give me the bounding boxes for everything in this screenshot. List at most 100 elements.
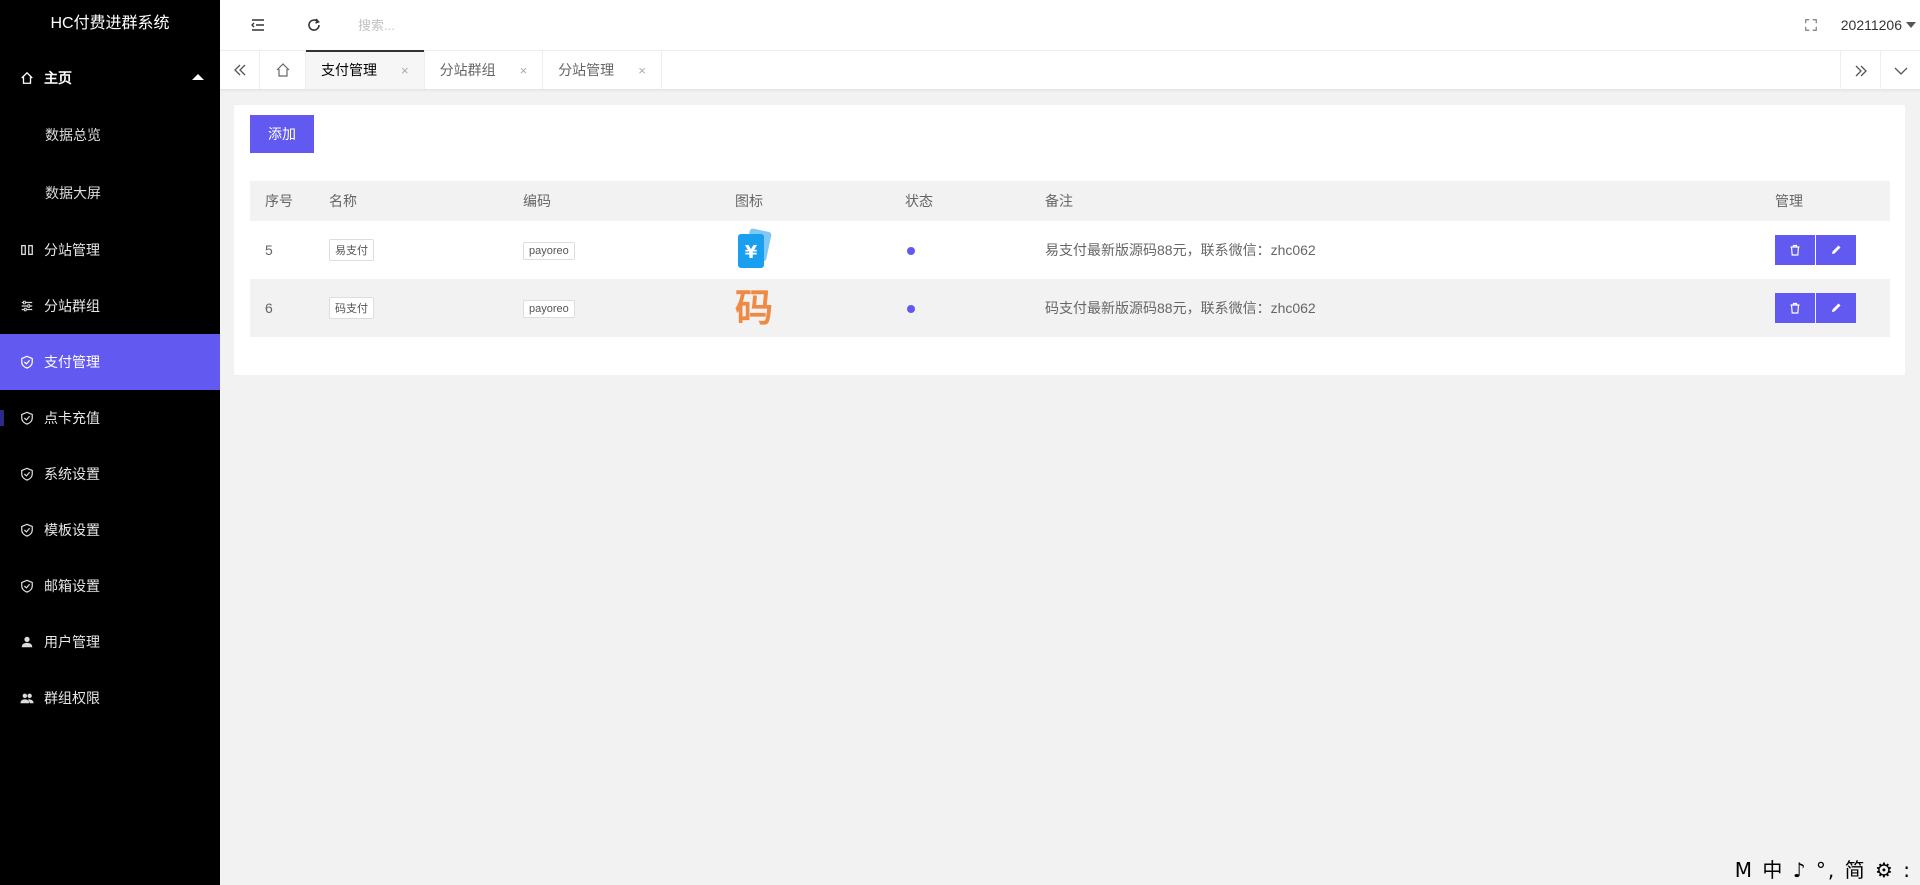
sidebar-item-mail-settings[interactable]: 邮箱设置 [0, 558, 220, 614]
name-tag: 码支付 [329, 297, 374, 319]
column-header-note: 备注 [1030, 181, 1760, 221]
close-icon[interactable]: × [520, 63, 528, 78]
column-header-icon: 图标 [720, 181, 890, 221]
add-button[interactable]: 添加 [250, 115, 314, 153]
tab-payment[interactable]: 支付管理 × [306, 50, 425, 89]
app-title: HC付费进群系统 [50, 15, 170, 32]
hover-marker [0, 410, 4, 426]
column-header-id: 序号 [250, 181, 314, 221]
fullscreen-button[interactable] [1787, 0, 1835, 50]
user-icon [20, 635, 34, 649]
caret-down-icon [1906, 22, 1916, 28]
sidebar-item-label: 用户管理 [44, 634, 100, 650]
sidebar-item-card-recharge[interactable]: 点卡充值 [0, 390, 220, 446]
pencil-icon [1832, 245, 1841, 254]
menu-fold-icon [251, 19, 264, 31]
tabs-menu-button[interactable] [1880, 51, 1920, 90]
tab-label: 分站管理 [558, 62, 615, 78]
column-header-status: 状态 [890, 181, 1030, 221]
home-icon [20, 71, 34, 85]
chevron-down-icon [1894, 67, 1907, 75]
sidebar-item-label: 点卡充值 [44, 410, 100, 426]
column-header-name: 名称 [314, 181, 508, 221]
tab-label: 支付管理 [321, 62, 377, 78]
tab-home[interactable] [260, 51, 306, 89]
tab-label: 分站群组 [439, 62, 496, 78]
shield-check-icon [20, 579, 34, 593]
sidebar-item-group-permissions[interactable]: 群组权限 [0, 670, 220, 726]
cell-note: 易支付最新版源码88元，联系微信：zhc062 [1045, 242, 1316, 258]
menu-toggle-button[interactable] [230, 0, 286, 50]
sidebar-subitem-bigscreen[interactable]: 数据大屏 [0, 164, 220, 222]
name-tag: 易支付 [329, 239, 374, 261]
caret-up-icon [192, 74, 204, 80]
edit-button[interactable] [1816, 293, 1856, 323]
sidebar-item-label: 主页 [44, 70, 72, 86]
svg-text:¥: ¥ [745, 242, 758, 263]
sidebar-item-label: 支付管理 [44, 354, 100, 370]
shield-check-icon [20, 355, 34, 369]
refresh-icon [308, 18, 320, 31]
tabs-scroll-right-button[interactable] [1840, 51, 1880, 90]
code-tag: payoreo [523, 299, 575, 318]
tabs-bar: 支付管理 × 分站群组 × 分站管理 × [220, 50, 1920, 90]
sidebar-item-label: 群组权限 [44, 690, 100, 706]
code-tag: payoreo [523, 241, 575, 260]
fullscreen-icon [1804, 19, 1817, 31]
sidebar-item-substation[interactable]: 分站管理 [0, 222, 220, 278]
edit-button[interactable] [1816, 235, 1856, 265]
content-card: 添加 序号 名称 编码 图标 状态 备注 管理 5 易支付 payoreo ¥ … [234, 105, 1905, 375]
sidebar-item-payment[interactable]: 支付管理 [0, 334, 220, 390]
sidebar-item-label: 系统设置 [44, 466, 100, 482]
columns-icon [20, 243, 34, 257]
shield-check-icon [20, 467, 34, 481]
tabs-scroll-left-button[interactable] [220, 51, 260, 89]
sidebar: HC付费进群系统 主页 数据总览 数据大屏 分站管理 分站群组 支付管理 点卡充… [0, 0, 220, 885]
status-dot [907, 305, 915, 313]
cell-id: 5 [265, 242, 273, 258]
sidebar-item-label: 分站管理 [44, 242, 100, 258]
double-chevron-right-icon [1855, 65, 1867, 76]
cell-note: 码支付最新版源码88元，联系微信：zhc062 [1030, 279, 1760, 337]
table-row: 6 码支付 payoreo 码 码支付最新版源码88元，联系微信：zhc062 [250, 279, 1890, 337]
yi-pay-icon: ¥ [738, 228, 772, 268]
table-row: 5 易支付 payoreo ¥ 易支付最新版源码88元，联系微信：zhc062 [250, 221, 1890, 279]
cell-id: 6 [250, 279, 314, 337]
delete-button[interactable] [1775, 235, 1815, 265]
sidebar-item-label: 邮箱设置 [44, 578, 100, 594]
username: 20211206 [1840, 17, 1902, 33]
users-icon [20, 691, 34, 705]
table-header-row: 序号 名称 编码 图标 状态 备注 管理 [250, 181, 1890, 221]
sliders-icon [20, 299, 34, 313]
top-header: 20211206 [220, 0, 1920, 50]
close-icon[interactable]: × [638, 63, 646, 78]
double-chevron-left-icon [233, 64, 245, 76]
sidebar-item-system-settings[interactable]: 系统设置 [0, 446, 220, 502]
column-header-manage: 管理 [1760, 181, 1890, 221]
shield-check-icon [20, 523, 34, 537]
sidebar-item-home[interactable]: 主页 [0, 50, 220, 106]
sidebar-item-label: 分站群组 [44, 298, 100, 314]
trash-icon [1790, 244, 1800, 256]
refresh-button[interactable] [286, 0, 342, 50]
sidebar-item-label: 模板设置 [44, 522, 100, 538]
ma-pay-icon: 码 [735, 285, 774, 330]
pencil-icon [1832, 303, 1841, 312]
user-menu[interactable]: 20211206 [1841, 17, 1920, 33]
shield-check-icon [20, 411, 34, 425]
tab-substation-groups[interactable]: 分站群组 × [425, 51, 544, 89]
sidebar-subitem-overview[interactable]: 数据总览 [0, 106, 220, 164]
tab-substation[interactable]: 分站管理 × [543, 51, 662, 89]
search-input[interactable] [358, 17, 558, 33]
sidebar-item-substation-groups[interactable]: 分站群组 [0, 278, 220, 334]
column-header-code: 编码 [508, 181, 720, 221]
home-icon [276, 63, 289, 77]
sidebar-item-users[interactable]: 用户管理 [0, 614, 220, 670]
close-icon[interactable]: × [401, 63, 409, 78]
sidebar-item-template-settings[interactable]: 模板设置 [0, 502, 220, 558]
payment-table: 序号 名称 编码 图标 状态 备注 管理 5 易支付 payoreo ¥ 易支付… [250, 181, 1890, 337]
delete-button[interactable] [1775, 293, 1815, 323]
ime-toolbar[interactable]: M 中 ♪ °, 简 ⚙ : [1735, 854, 1912, 883]
status-dot [907, 247, 915, 255]
trash-icon [1790, 302, 1800, 314]
